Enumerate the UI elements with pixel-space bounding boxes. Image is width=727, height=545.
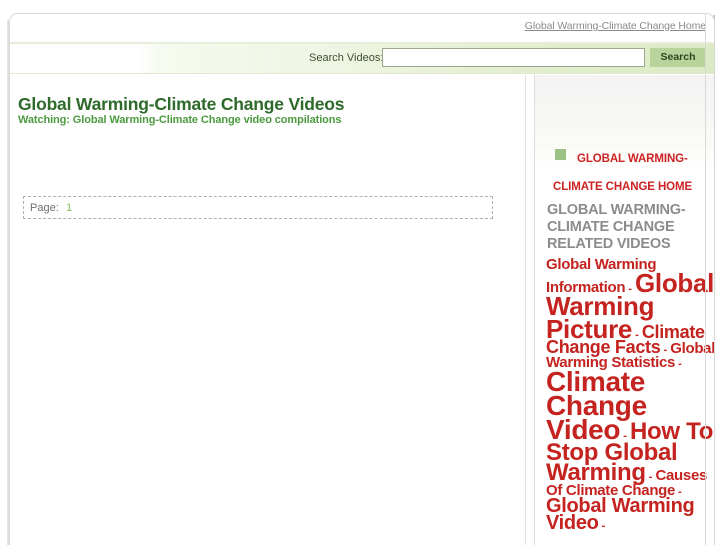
sidebar-item-home-label: GLOBAL WARMING-CLIMATE CHANGE HOME [553,153,693,193]
pagination-box: Page: 1 [23,196,493,219]
search-label: Search Videos: [309,52,384,64]
sidebar: GLOBAL WARMING-CLIMATE CHANGE HOME GLOBA… [535,75,714,545]
search-bar: Search Videos: Search [10,43,714,74]
main-content: Global Warming-Climate Change Videos Wat… [10,75,524,545]
site-container: Global Warming-Climate Change Home Searc… [10,14,714,545]
page-subtitle: Watching: Global Warming-Climate Change … [18,114,342,126]
pagination-label: Page: [30,202,59,214]
search-input[interactable] [382,48,645,67]
tag-cloud-item[interactable]: Global Warming Video [546,495,695,534]
page-root: Global Warming-Climate Change Home Searc… [0,0,727,545]
top-bar: Global Warming-Climate Change Home [10,14,714,43]
frame-right-border [705,13,706,545]
content-sidebar-divider [525,75,526,545]
tag-cloud: Global Warming Information - Global Warm… [546,258,714,545]
sidebar-related-videos-heading: GLOBAL WARMING-CLIMATE CHANGE RELATED VI… [547,202,686,252]
search-button[interactable]: Search [650,48,706,67]
page-title: Global Warming-Climate Change Videos [18,94,345,114]
ads-block: Renewable Energy Mgmt Master Degree in E… [32,134,502,184]
pagination-current-page[interactable]: 1 [66,202,72,214]
home-link[interactable]: Global Warming-Climate Change Home [525,20,706,32]
tag-separator: - [675,358,682,371]
tag-separator: - [598,520,606,533]
